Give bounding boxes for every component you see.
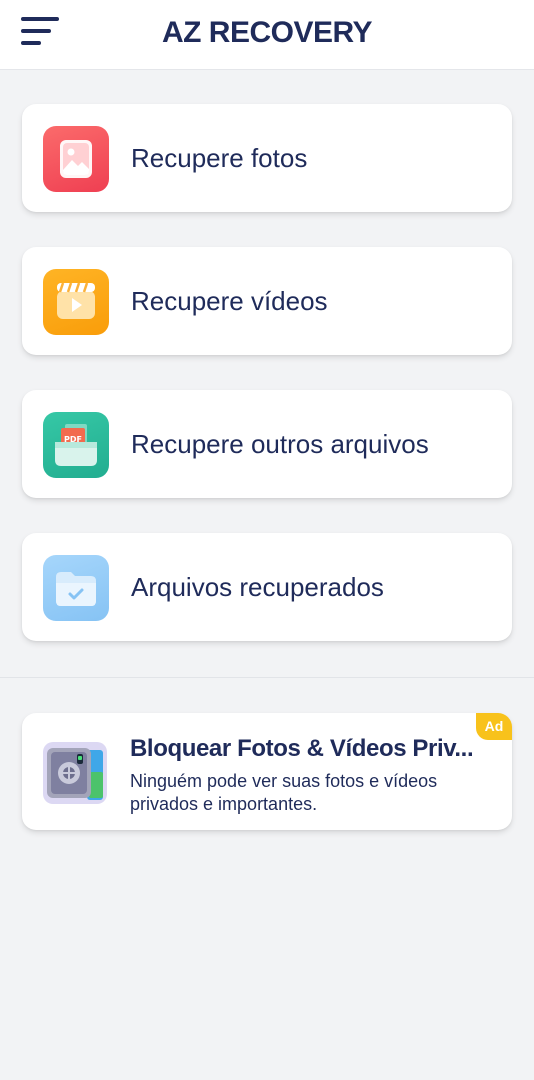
- app-title: AZ RECOVERY: [161, 16, 373, 49]
- video-icon: [43, 269, 109, 335]
- folder-check-icon: [43, 555, 109, 621]
- recover-photos-label: Recupere fotos: [131, 143, 308, 173]
- ad-description: Ninguém pode ver suas fotos e vídeos pri…: [130, 771, 438, 814]
- ad-title: Bloquear Fotos & Vídeos Priv...: [130, 735, 474, 762]
- recover-other-files-card[interactable]: PDF Recupere outros arquivos: [22, 390, 512, 498]
- recover-photos-card[interactable]: Recupere fotos: [22, 104, 512, 212]
- section-divider: [0, 677, 534, 678]
- recovered-files-label: Arquivos recuperados: [131, 572, 384, 602]
- app-header: AZ RECOVERY: [0, 0, 534, 70]
- recover-videos-label: Recupere vídeos: [131, 286, 328, 316]
- pdf-files-icon: PDF: [43, 412, 109, 478]
- recovered-files-card[interactable]: Arquivos recuperados: [22, 533, 512, 641]
- ad-card[interactable]: Ad Bloquear Fotos & Vídeos Priv... Ningu…: [22, 713, 512, 830]
- photo-icon: [43, 126, 109, 192]
- ad-badge: Ad: [476, 713, 512, 740]
- recover-other-files-label: Recupere outros arquivos: [131, 429, 429, 459]
- recover-videos-card[interactable]: Recupere vídeos: [22, 247, 512, 355]
- safe-vault-icon: [43, 742, 107, 804]
